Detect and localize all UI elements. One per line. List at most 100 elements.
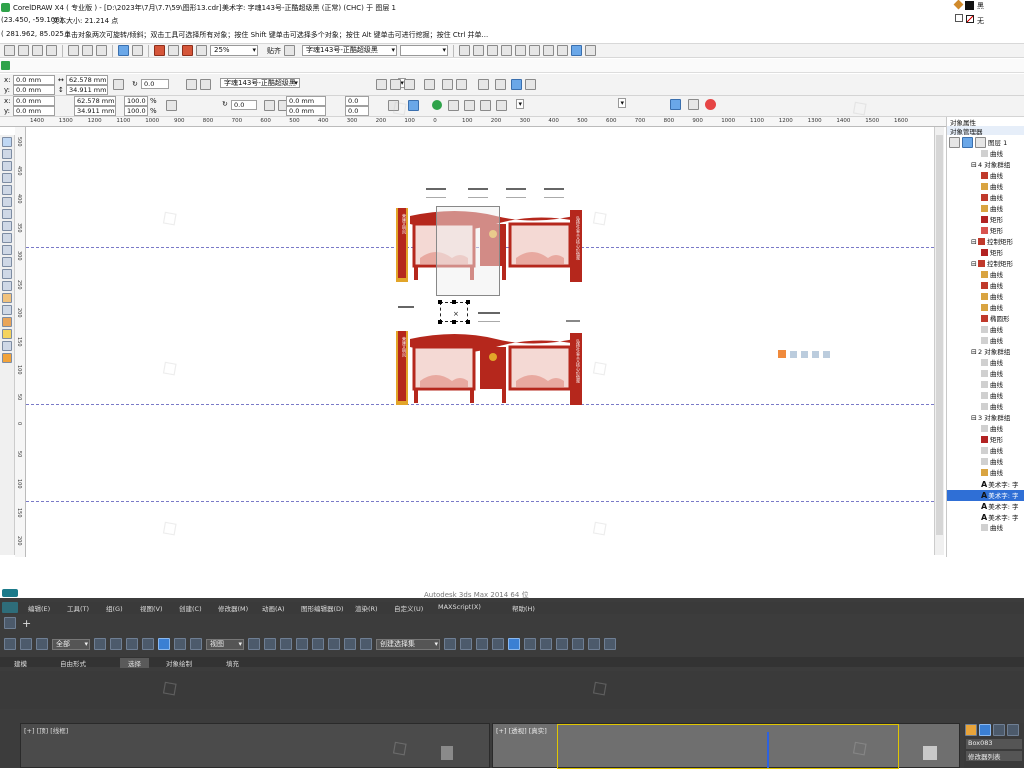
- lock-ratio-icon[interactable]: [113, 79, 124, 90]
- toggle-ribbon-icon[interactable]: [492, 638, 504, 650]
- shape-tool-icon[interactable]: [2, 149, 12, 159]
- keyboard-shortcut-icon[interactable]: [280, 638, 292, 650]
- eyedropper-icon[interactable]: [2, 305, 12, 315]
- object-tree-item[interactable]: 椭圆形: [947, 314, 1024, 325]
- layer-explorer-icon[interactable]: [476, 638, 488, 650]
- max-menu-item[interactable]: 帮助(H): [512, 603, 535, 613]
- fill-tool-icon[interactable]: [2, 329, 12, 339]
- mirror-vertical-icon[interactable]: [200, 79, 211, 90]
- object-tree-item[interactable]: 曲线: [947, 457, 1024, 468]
- modify-tab-icon[interactable]: [979, 724, 991, 736]
- outline-width-select[interactable]: [618, 98, 626, 108]
- print-icon[interactable]: [46, 45, 57, 56]
- nudge-x-field[interactable]: 0.0 mm: [286, 96, 326, 106]
- prop-char-format-icon[interactable]: [442, 79, 453, 90]
- hand-tool-icon[interactable]: [670, 99, 681, 110]
- rectangle-tool-icon[interactable]: [2, 209, 12, 219]
- rect-select-region-icon[interactable]: [126, 638, 138, 650]
- zoom-tool-icon[interactable]: [2, 173, 12, 183]
- window-crossing-icon[interactable]: [142, 638, 154, 650]
- object-tree-item[interactable]: A美术字: 字: [947, 501, 1024, 512]
- taskbar-app-icon[interactable]: [2, 589, 18, 597]
- object-tree-item[interactable]: 曲线: [947, 171, 1024, 182]
- material-editor-icon[interactable]: [540, 638, 552, 650]
- selection-filter-select[interactable]: 全部: [52, 638, 90, 650]
- max-menu-item[interactable]: 动画(A): [262, 603, 285, 613]
- max-menu-item[interactable]: 自定义(U): [394, 603, 423, 613]
- object-tree-item[interactable]: 曲线: [947, 523, 1024, 534]
- curve-editor-icon[interactable]: [508, 638, 520, 650]
- max-menu-item[interactable]: 编辑(E): [28, 603, 50, 613]
- underline-icon[interactable]: [487, 45, 498, 56]
- viewcube-icon[interactable]: [441, 746, 453, 760]
- prop-bold-icon[interactable]: [376, 79, 387, 90]
- outline-swatch[interactable]: [966, 15, 974, 23]
- scale-x-field[interactable]: 100.0: [124, 96, 148, 106]
- select-by-name-icon[interactable]: [110, 638, 122, 650]
- max-menu-item[interactable]: 工具(T): [67, 603, 89, 613]
- text-edit-icon[interactable]: [557, 45, 568, 56]
- open-folder-icon[interactable]: [18, 45, 29, 56]
- max-app-icon[interactable]: [2, 602, 18, 613]
- max-menu-item[interactable]: MAXScript(X): [438, 603, 481, 611]
- width-field[interactable]: 62.578 mm: [66, 75, 108, 85]
- object-tree-item[interactable]: 曲线: [947, 369, 1024, 380]
- object-tree-item[interactable]: 曲线: [947, 336, 1024, 347]
- collapse-icon[interactable]: ⊟: [971, 347, 977, 358]
- selected-text-object[interactable]: ×: [438, 300, 470, 324]
- select-move-icon[interactable]: [158, 638, 170, 650]
- to-front-icon[interactable]: [388, 100, 399, 111]
- ribbon-tab[interactable]: 对象绘制: [166, 658, 192, 668]
- object-tree-item[interactable]: ⊟ 4 对象群组: [947, 160, 1024, 171]
- paste-icon[interactable]: [96, 45, 107, 56]
- select-object-icon[interactable]: [94, 638, 106, 650]
- collapse-icon[interactable]: ⊟: [971, 259, 977, 270]
- height-field[interactable]: 34.911 mm: [66, 85, 108, 95]
- object-tree-item[interactable]: 曲线: [947, 149, 1024, 160]
- mirror-h2-icon[interactable]: [264, 100, 275, 111]
- edit-named-selection-icon[interactable]: [360, 638, 372, 650]
- object-tree-item[interactable]: ⊟ 控制矩形: [947, 237, 1024, 248]
- cut-icon[interactable]: [68, 45, 79, 56]
- object-tree-item[interactable]: 曲线: [947, 446, 1024, 457]
- scrollbar-thumb[interactable]: [936, 135, 943, 535]
- schematic-view-icon[interactable]: [524, 638, 536, 650]
- warning-icon[interactable]: [2, 353, 12, 363]
- max-menu-item[interactable]: 创建(C): [179, 603, 202, 613]
- font-size-select[interactable]: [400, 45, 448, 56]
- save-icon[interactable]: [32, 45, 43, 56]
- object-properties-tab[interactable]: 对象属性: [947, 117, 1024, 127]
- max-menu-item[interactable]: 修改器(M): [218, 603, 248, 613]
- welcome-screen-icon[interactable]: [196, 45, 207, 56]
- object-tree-item[interactable]: 曲线: [947, 292, 1024, 303]
- object-tree-item[interactable]: 曲线: [947, 193, 1024, 204]
- table-tool-icon[interactable]: [2, 269, 12, 279]
- mini-app-icon[interactable]: [778, 350, 786, 358]
- prop-horizontal-text-icon[interactable]: [511, 79, 522, 90]
- angle-snap-icon[interactable]: [312, 638, 324, 650]
- outline-tool-icon[interactable]: [2, 317, 12, 327]
- contour-icon[interactable]: [480, 100, 491, 111]
- named-selection-set-select[interactable]: 创建选择集: [376, 638, 440, 650]
- vertical-scrollbar[interactable]: [934, 127, 944, 555]
- object-tree-item[interactable]: 曲线: [947, 358, 1024, 369]
- collapse-icon[interactable]: ⊟: [971, 413, 977, 424]
- basic-shapes-icon[interactable]: [2, 245, 12, 255]
- object-tree-item[interactable]: 矩形: [947, 248, 1024, 259]
- align-right-icon[interactable]: [529, 45, 540, 56]
- bind-warp-icon[interactable]: [36, 638, 48, 650]
- viewport-top[interactable]: [+] [顶] [线框]: [20, 723, 490, 768]
- mini-tool-icon[interactable]: [812, 350, 819, 358]
- viewcube-icon[interactable]: [923, 746, 937, 760]
- width2-field[interactable]: 62.578 mm: [74, 96, 116, 106]
- teapot-icon[interactable]: [604, 638, 616, 650]
- blend-tool-icon[interactable]: [2, 293, 12, 303]
- fill-swatch[interactable]: [965, 1, 974, 10]
- object-tree-item[interactable]: 曲线: [947, 281, 1024, 292]
- prop-text-frame-icon[interactable]: [495, 79, 506, 90]
- create-tab-icon[interactable]: [965, 724, 977, 736]
- mini-tool-icon[interactable]: [823, 350, 830, 358]
- vertical-text-icon[interactable]: [585, 45, 596, 56]
- collapse-icon[interactable]: ⊟: [971, 237, 977, 248]
- redo-icon[interactable]: [132, 45, 143, 56]
